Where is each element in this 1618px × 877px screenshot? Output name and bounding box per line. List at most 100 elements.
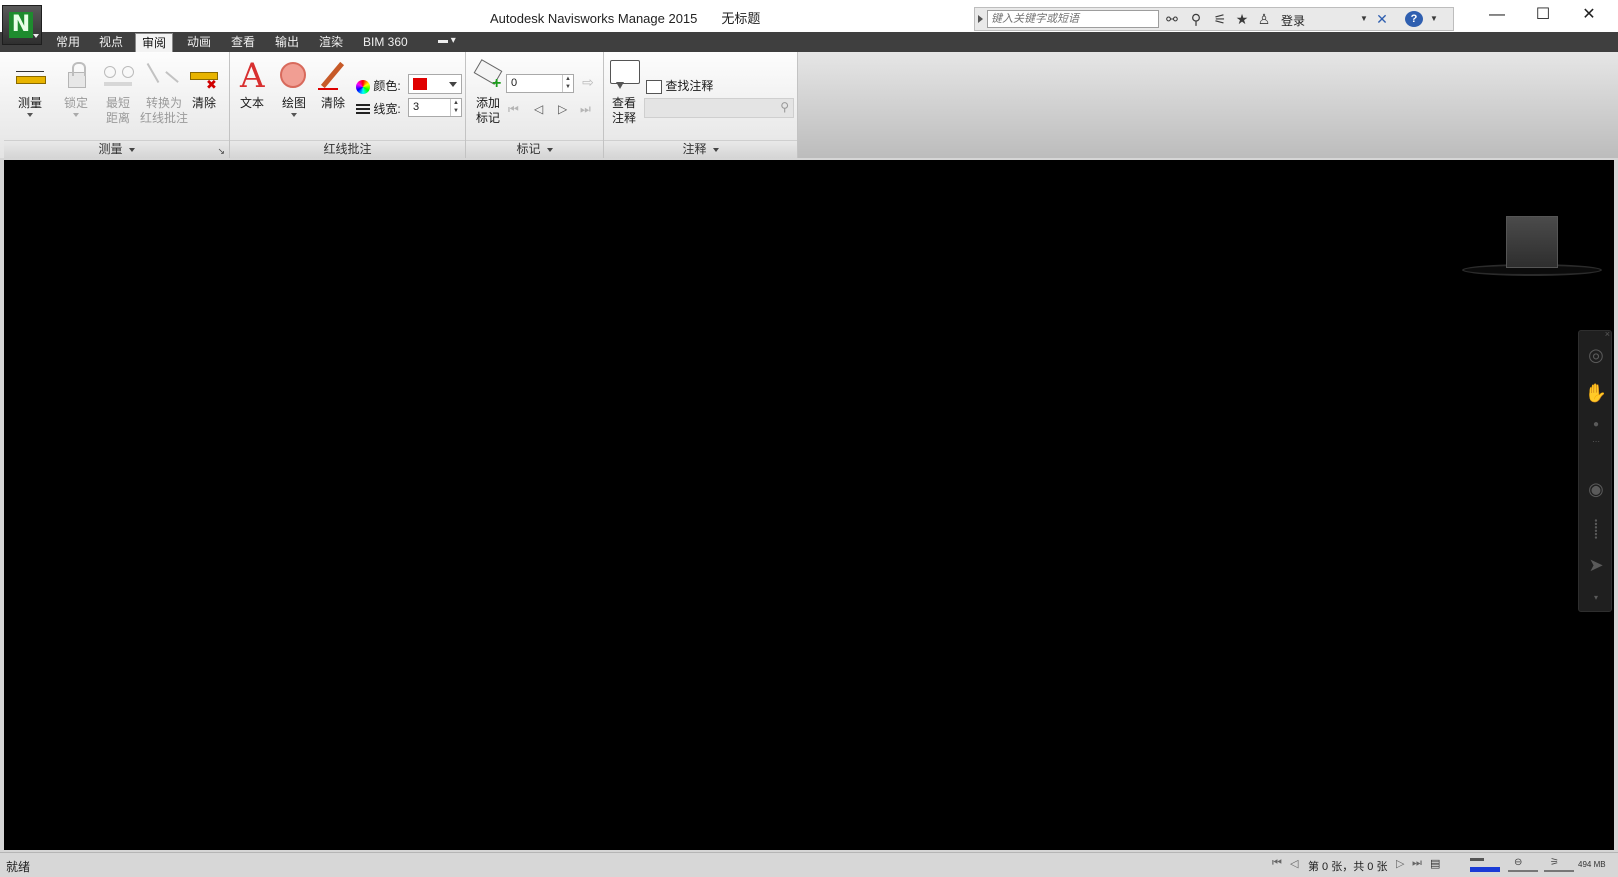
redline-draw-button[interactable]: 绘图 (274, 58, 314, 117)
redline-panel: A 文本 绘图 清除 颜色: 线宽: 3 ▲ ▼ 红线批注 (230, 52, 466, 158)
chevron-down-icon (712, 147, 719, 152)
tab-render[interactable]: 渲染 (313, 33, 349, 52)
help-icon[interactable]: ? (1405, 11, 1423, 27)
first-sheet-icon[interactable]: ⏮ (1272, 857, 1282, 870)
tab-viewpoint[interactable]: 视点 (93, 33, 129, 52)
first-tag-icon[interactable]: ⏮ (508, 102, 519, 117)
tag-id-spinner[interactable]: 0 ▲ ▼ (506, 74, 574, 93)
tags-panel-title[interactable]: 标记 (466, 140, 603, 158)
steering-wheel-icon[interactable]: ◎ (1579, 345, 1613, 366)
title-bar: Autodesk Navisworks Manage 2015 无标题 ⚯ ⚲ ⚟… (0, 0, 1618, 32)
next-sheet-icon[interactable]: ▷ (1396, 857, 1404, 870)
ribbon-options-icon[interactable]: ▬ ▾ (438, 35, 456, 46)
search-comments-icon[interactable]: ⚲ (780, 100, 789, 114)
chevron-down-icon (73, 113, 79, 117)
quick-find-comments-field[interactable]: ⚲ (644, 98, 794, 118)
chevron-down-icon (449, 82, 457, 87)
find-comments-label: 查找注释 (665, 79, 714, 93)
chevron-down-icon (33, 34, 39, 38)
dialog-launcher-icon[interactable]: ↘ (217, 143, 225, 159)
redline-clear-button[interactable]: 清除 (314, 58, 352, 111)
navbar-close-icon[interactable]: × (1579, 329, 1613, 339)
tab-home[interactable]: 常用 (50, 33, 86, 52)
tab-output[interactable]: 输出 (269, 33, 305, 52)
measure-panel: 测量 锁定 最短 距离 转换为 红线批注 ✖ 清除 测量 ↘ (4, 52, 230, 158)
window-title: Autodesk Navisworks Manage 2015 无标题 (490, 8, 784, 27)
color-swatch (413, 78, 427, 90)
select-pointer-icon[interactable]: ➤ (1579, 555, 1613, 576)
expand-arrow-icon[interactable] (978, 15, 983, 23)
login-dropdown-icon[interactable]: ▼ (1355, 11, 1373, 27)
walk-footprints-icon[interactable]: ⸽ (1579, 517, 1613, 541)
lock-label: 锁定 (63, 96, 88, 110)
project-browser-icon[interactable]: ▤ (1430, 857, 1440, 870)
redline-text-button[interactable]: A 文本 (234, 58, 270, 111)
satellite-icon[interactable]: ⚟ (1211, 11, 1229, 27)
exchange-apps-icon[interactable]: ✕ (1373, 11, 1391, 27)
maximize-button[interactable]: ☐ (1520, 0, 1566, 32)
text-label: 文本 (239, 96, 264, 110)
next-tag-icon[interactable]: ▷ (558, 102, 567, 116)
measure-button[interactable]: 测量 (10, 58, 50, 117)
pencil-progress-icon (1470, 858, 1500, 872)
view-comments-label-line1: 查看 (611, 96, 636, 110)
application-menu-button[interactable]: N (2, 5, 42, 45)
zoom-icon[interactable]: ● (1579, 419, 1613, 430)
tab-bim360[interactable]: BIM 360 (357, 33, 414, 52)
redline-clear-label: 清除 (320, 96, 345, 110)
shortest-distance-button[interactable]: 最短 距离 (98, 58, 138, 126)
color-dropdown[interactable] (408, 74, 462, 94)
clear-ruler-icon: ✖ (186, 58, 222, 94)
view-comments-button[interactable]: 查看 注释 (606, 58, 642, 126)
ruler-icon (10, 58, 50, 94)
lock-button[interactable]: 锁定 (56, 58, 96, 117)
favorites-star-icon[interactable]: ★ (1233, 11, 1251, 27)
line-width-spinner[interactable]: 3 ▲ ▼ (408, 98, 462, 117)
login-link[interactable]: 登录 (1281, 12, 1305, 29)
orbit-icon[interactable]: ◉ (1579, 479, 1613, 500)
tab-animation[interactable]: 动画 (181, 33, 217, 52)
chevron-down-icon (291, 113, 297, 117)
measure-label: 测量 (17, 96, 42, 110)
clear-measure-button[interactable]: ✖ 清除 (186, 58, 222, 111)
key-icon[interactable]: ⚲ (1187, 11, 1205, 27)
cloud-draw-icon (274, 58, 314, 94)
user-icon: ♙ (1257, 11, 1271, 27)
tab-review[interactable]: 审阅 (135, 33, 174, 52)
status-text: 就绪 (6, 860, 31, 874)
minimize-button[interactable]: — (1474, 0, 1520, 32)
convert-label-line1: 转换为 (145, 96, 182, 110)
navbar-options-icon[interactable]: ▾ (1579, 593, 1613, 602)
separator-icon: ⋯ (1592, 437, 1600, 446)
measure-panel-title[interactable]: 测量 ↘ (4, 140, 229, 158)
tag-navigation: ⏮ ◁ ▷ ⏭ (506, 100, 602, 120)
pan-hand-icon[interactable]: ✋ (1579, 383, 1613, 404)
shortest-distance-icon (98, 58, 138, 94)
clear-label: 清除 (191, 96, 216, 110)
find-comments-button[interactable]: 查找注释 (646, 77, 713, 94)
convert-to-redline-button[interactable]: 转换为 红线批注 (136, 58, 192, 126)
spinner-arrows-icon[interactable]: ▲ ▼ (562, 75, 573, 92)
lock-icon (56, 58, 96, 94)
help-dropdown-icon[interactable]: ▼ (1425, 11, 1443, 27)
speech-bubble-icon (606, 58, 642, 94)
close-button[interactable]: ✕ (1566, 0, 1612, 32)
add-tag-button[interactable]: + 添加 标记 (470, 58, 506, 126)
memory-usage: 494 MB (1578, 860, 1606, 869)
convert-label-line2: 红线批注 (139, 111, 188, 125)
previous-tag-icon[interactable]: ◁ (534, 102, 543, 116)
binoculars-icon[interactable]: ⚯ (1163, 11, 1181, 27)
navigation-bar: × ◎ ✋ ● ⋯ ◉ ⸽ ➤ ▾ (1578, 329, 1613, 612)
draw-label: 绘图 (281, 96, 306, 110)
previous-sheet-icon[interactable]: ◁ (1290, 857, 1298, 870)
search-input[interactable] (987, 10, 1159, 28)
last-tag-icon[interactable]: ⏭ (580, 102, 591, 117)
tab-view[interactable]: 查看 (225, 33, 261, 52)
chevron-down-icon (27, 113, 33, 117)
viewcube[interactable] (1506, 216, 1558, 268)
comments-panel-title[interactable]: 注释 (604, 140, 797, 158)
go-to-tag-icon[interactable]: ⇨ (578, 74, 598, 93)
last-sheet-icon[interactable]: ⏭ (1412, 857, 1422, 870)
spinner-arrows-icon[interactable]: ▲ ▼ (450, 99, 461, 116)
scene-viewport[interactable] (4, 160, 1614, 850)
